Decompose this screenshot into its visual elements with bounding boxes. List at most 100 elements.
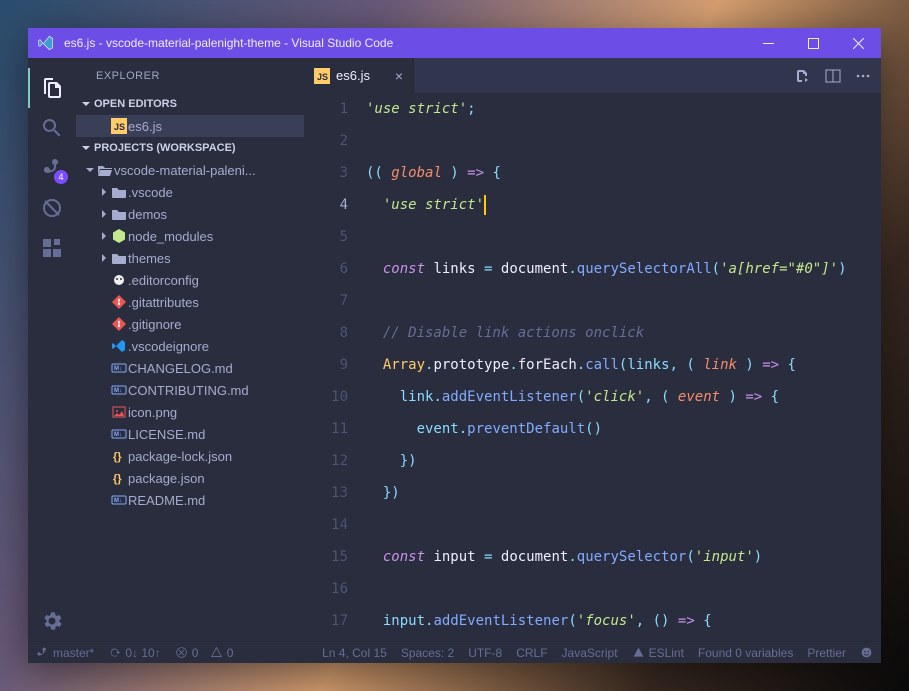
svg-text:M↓: M↓ <box>114 432 122 438</box>
code-line[interactable]: 'use strict' <box>366 189 881 221</box>
code-line[interactable] <box>366 125 881 157</box>
code-line[interactable]: (( global ) => { <box>366 157 881 189</box>
file-tree-item[interactable]: M↓README.md <box>76 489 304 511</box>
activity-settings[interactable] <box>28 601 76 641</box>
status-problems[interactable]: 0 0 <box>175 646 234 660</box>
line-number-gutter: 1234567891011121314151617 <box>304 93 366 641</box>
code-line[interactable]: const links = document.querySelectorAll(… <box>366 253 881 285</box>
compare-changes-icon[interactable] <box>795 68 811 84</box>
js-file-icon: JS <box>111 118 127 134</box>
git-branch-icon <box>36 646 49 659</box>
line-number: 16 <box>304 573 348 605</box>
open-editors-header[interactable]: OPEN EDITORS <box>76 93 304 115</box>
code-line[interactable]: event.preventDefault() <box>366 413 881 445</box>
file-tree-item[interactable]: .editorconfig <box>76 269 304 291</box>
activity-explorer[interactable] <box>28 68 76 108</box>
file-tree-label: node_modules <box>128 229 213 244</box>
workspace-header[interactable]: PROJECTS (WORKSPACE) <box>76 137 304 159</box>
file-tree-item[interactable]: {}package.json <box>76 467 304 489</box>
vscode-icon <box>111 338 127 354</box>
window-title: es6.js - vscode-material-palenight-theme… <box>64 36 746 50</box>
line-number: 9 <box>304 349 348 381</box>
svg-text:M↓: M↓ <box>114 366 122 372</box>
file-tree-item[interactable]: .vscode <box>76 181 304 203</box>
file-tree-item[interactable]: M↓LICENSE.md <box>76 423 304 445</box>
file-tree-item[interactable]: .vscodeignore <box>76 335 304 357</box>
line-number: 3 <box>304 157 348 189</box>
line-number: 2 <box>304 125 348 157</box>
code-line[interactable] <box>366 573 881 605</box>
git-icon <box>111 316 127 332</box>
status-spaces[interactable]: Spaces: 2 <box>401 646 454 660</box>
more-icon[interactable] <box>855 68 871 84</box>
file-tree-item[interactable]: demos <box>76 203 304 225</box>
chevron-down-icon <box>80 98 92 110</box>
file-tree-item[interactable]: themes <box>76 247 304 269</box>
tab-es6js[interactable]: JS es6.js × <box>304 58 414 93</box>
file-tree-item[interactable]: JSes6.js <box>76 115 304 137</box>
status-encoding[interactable]: UTF-8 <box>468 646 502 660</box>
status-feedback[interactable] <box>860 646 873 659</box>
tab-label: es6.js <box>336 68 370 83</box>
activity-scm[interactable]: 4 <box>28 148 76 188</box>
chevron-down-icon <box>80 142 92 154</box>
minimize-button[interactable] <box>746 28 791 58</box>
scm-badge: 4 <box>54 170 68 184</box>
status-cursor[interactable]: Ln 4, Col 15 <box>322 646 387 660</box>
status-vars[interactable]: Found 0 variables <box>698 646 793 660</box>
file-tree-item[interactable]: .gitattributes <box>76 291 304 313</box>
status-eol[interactable]: CRLF <box>516 646 547 660</box>
editor-tabs: JS es6.js × <box>304 58 881 93</box>
status-lang[interactable]: JavaScript <box>562 646 618 660</box>
tab-close-icon[interactable]: × <box>395 68 403 84</box>
file-tree-item[interactable]: node_modules <box>76 225 304 247</box>
code-line[interactable]: link.addEventListener('click', ( event )… <box>366 381 881 413</box>
line-number: 8 <box>304 317 348 349</box>
file-tree-item[interactable]: .gitignore <box>76 313 304 335</box>
activity-extensions[interactable] <box>28 228 76 268</box>
status-branch[interactable]: master* <box>36 646 94 660</box>
nodejs-icon <box>111 228 127 244</box>
code-line[interactable]: // Disable link actions onclick <box>366 317 881 349</box>
search-icon <box>40 116 64 140</box>
status-sync[interactable]: 0↓ 10↑ <box>108 646 160 660</box>
files-icon <box>40 76 64 100</box>
close-button[interactable] <box>836 28 881 58</box>
code-line[interactable]: }) <box>366 445 881 477</box>
activity-search[interactable] <box>28 108 76 148</box>
file-tree-item[interactable]: icon.png <box>76 401 304 423</box>
maximize-button[interactable] <box>791 28 836 58</box>
code-line[interactable] <box>366 509 881 541</box>
warning-icon <box>632 646 645 659</box>
file-tree-item[interactable]: vscode-material-paleni... <box>76 159 304 181</box>
line-number: 15 <box>304 541 348 573</box>
status-eslint[interactable]: ESLint <box>632 646 684 660</box>
svg-text:JS: JS <box>114 122 125 132</box>
split-editor-icon[interactable] <box>825 68 841 84</box>
gear-icon <box>40 609 64 633</box>
code-line[interactable]: const input = document.querySelector('in… <box>366 541 881 573</box>
file-tree-label: CONTRIBUTING.md <box>128 383 249 398</box>
editor-area[interactable]: 1234567891011121314151617 'use strict';(… <box>304 93 881 641</box>
code-line[interactable]: Array.prototype.forEach.call(links, ( li… <box>366 349 881 381</box>
code-line[interactable] <box>366 221 881 253</box>
folder-icon <box>111 206 127 222</box>
file-tree-label: package-lock.json <box>128 449 232 464</box>
code-line[interactable]: input.addEventListener('focus', () => { <box>366 605 881 637</box>
title-bar[interactable]: es6.js - vscode-material-palenight-theme… <box>28 28 881 58</box>
code-line[interactable]: }) <box>366 477 881 509</box>
line-number: 14 <box>304 509 348 541</box>
code-line[interactable] <box>366 285 881 317</box>
file-tree-item[interactable]: {}package-lock.json <box>76 445 304 467</box>
line-number: 4 <box>304 189 348 221</box>
status-prettier[interactable]: Prettier <box>807 646 846 660</box>
activity-debug[interactable] <box>28 188 76 228</box>
file-tree-item[interactable]: M↓CONTRIBUTING.md <box>76 379 304 401</box>
line-number: 5 <box>304 221 348 253</box>
markdown-icon: M↓ <box>111 360 127 376</box>
file-tree-label: .vscode <box>128 185 173 200</box>
extensions-icon <box>40 236 64 260</box>
code-line[interactable]: 'use strict'; <box>366 93 881 125</box>
code-content[interactable]: 'use strict'; (( global ) => { 'use stric… <box>366 93 881 641</box>
file-tree-item[interactable]: M↓CHANGELOG.md <box>76 357 304 379</box>
